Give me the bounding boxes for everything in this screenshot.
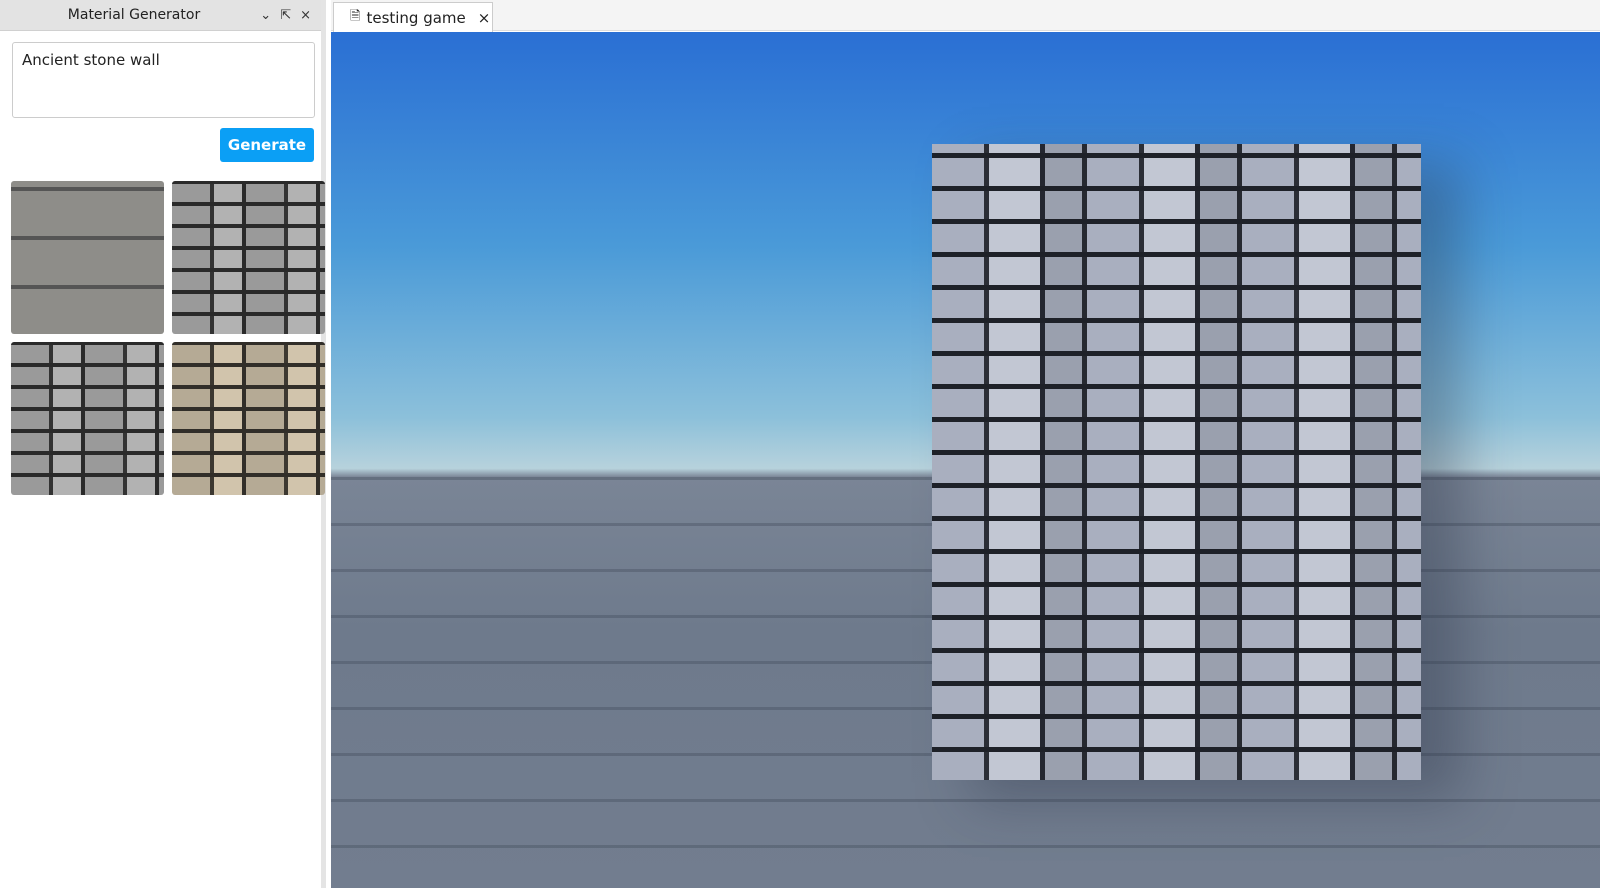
3d-viewport[interactable] [331, 32, 1600, 888]
material-result-1[interactable] [11, 181, 164, 334]
material-result-3[interactable] [11, 342, 164, 495]
tab-close-icon[interactable]: × [478, 9, 491, 27]
stone-wall-part[interactable] [932, 144, 1421, 780]
tab-testing-game[interactable]: 🗎 testing game × [333, 2, 493, 32]
panel-header: Material Generator ⌄ ⇱ × [0, 0, 321, 31]
generate-button[interactable]: Generate [220, 128, 314, 162]
tab-bar: 🗎 testing game × [331, 0, 1600, 32]
material-result-2[interactable] [172, 181, 325, 334]
close-icon[interactable]: × [300, 8, 311, 23]
chevron-down-icon[interactable]: ⌄ [260, 8, 271, 23]
material-result-4[interactable] [172, 342, 325, 495]
material-generator-panel: Material Generator ⌄ ⇱ × Ancient stone w… [0, 0, 326, 888]
panel-title: Material Generator [67, 7, 201, 23]
undock-icon[interactable]: ⇱ [280, 8, 291, 23]
prompt-input[interactable]: Ancient stone wall [12, 42, 315, 118]
tab-label: testing game [366, 8, 466, 27]
script-icon: 🗎 [350, 8, 361, 24]
